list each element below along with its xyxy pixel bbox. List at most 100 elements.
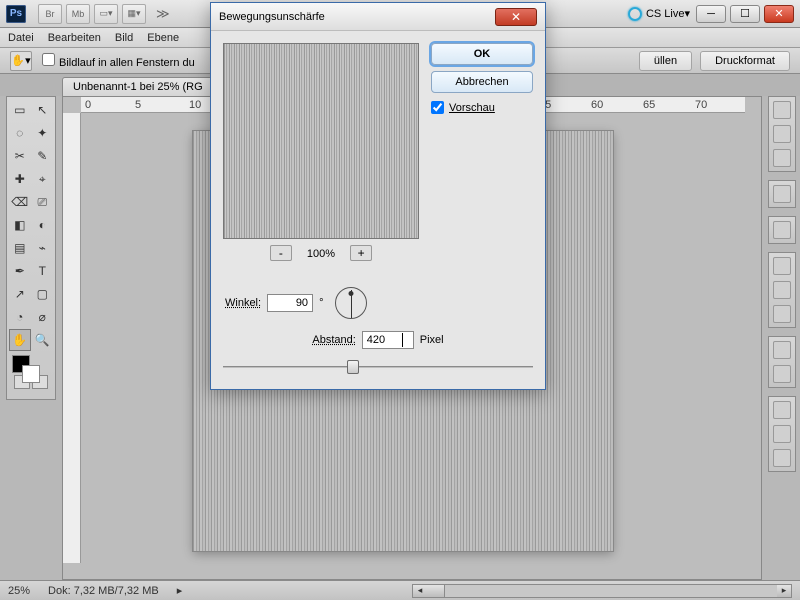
scroll-right-icon[interactable]: ▸ [777,585,791,597]
zoom-level: 100% [307,248,335,260]
menu-bild[interactable]: Bild [115,32,133,44]
tool-dodge[interactable]: ⌁ [32,237,54,259]
color-swatches[interactable] [9,352,53,388]
arrange-docs-icon[interactable]: ▦▾ [122,4,146,24]
slider-track [223,366,533,368]
minibridge-icon[interactable]: Mb [66,4,90,24]
tool-zoom[interactable]: 🔍 [32,329,54,351]
preview-checkbox-label: Vorschau [449,102,495,114]
color-panel-icon[interactable] [773,257,791,275]
minimize-button[interactable]: ─ [696,5,726,23]
hand-tool-icon[interactable]: ✋▾ [10,51,32,71]
cancel-button[interactable]: Abbrechen [431,71,533,93]
tool-heal[interactable]: ✚ [9,168,31,190]
ruler-tick: 5 [135,99,141,111]
tool-3d-camera[interactable]: ⌀ [32,306,54,328]
screen-mode-icon[interactable]: ▭▾ [94,4,118,24]
tool-marquee[interactable]: ▭ [9,99,31,121]
dialog-title: Bewegungsunschärfe [219,11,325,23]
styles-panel-icon[interactable] [773,305,791,323]
ruler-tick: 70 [695,99,707,111]
angle-unit: ° [319,297,323,309]
zoom-out-button[interactable]: - [270,245,292,261]
scroll-thumb[interactable] [427,585,445,597]
document-tab[interactable]: Unbenannt-1 bei 25% (RG [62,77,214,96]
tool-history-brush[interactable]: ⎚ [32,191,54,213]
tool-stamp[interactable]: ⌫ [9,191,31,213]
angle-label: Winkel: [225,297,261,309]
menu-datei[interactable]: Datei [8,32,34,44]
chevron-down-icon: ▾ [684,7,690,20]
history-panel-icon[interactable] [773,101,791,119]
horizontal-scrollbar[interactable]: ◂ ▸ [412,584,792,598]
status-arrow-icon[interactable]: ▸ [177,584,183,597]
tool-blur[interactable]: ▤ [9,237,31,259]
tool-move[interactable]: ↖ [32,99,54,121]
tool-path[interactable]: ↗ [9,283,31,305]
cs-live-menu[interactable]: CS Live ▾ [628,7,690,21]
status-docinfo[interactable]: Dok: 7,32 MB/7,32 MB [48,585,159,597]
play-panel-icon[interactable] [773,185,791,203]
ruler-tick: 0 [85,99,91,111]
dialog-titlebar[interactable]: Bewegungsunschärfe ✕ [211,3,545,31]
scroll-left-icon[interactable]: ◂ [413,585,427,597]
tool-3d[interactable]: ◔ [9,306,31,328]
cs-live-label: CS Live [646,8,685,20]
ps-logo: Ps [6,5,26,23]
ruler-tick: 10 [189,99,201,111]
ruler-tick: 65 [643,99,655,111]
menu-bearbeiten[interactable]: Bearbeiten [48,32,101,44]
distance-slider[interactable] [223,359,533,375]
tools-panel: ▭ ↖ ◌ ✦ ✂ ✎ ✚ ⌖ ⌫ ⎚ ◧ ◐ ▤ ⌁ ✒ T ↗ ▢ ◔ ⌀ … [6,96,56,400]
tool-eraser[interactable]: ◧ [9,214,31,236]
menu-ebene[interactable]: Ebene [147,32,179,44]
tool-brush[interactable]: ⌖ [32,168,54,190]
distance-unit: Pixel [420,334,444,346]
mb-panel-icon[interactable] [773,221,791,239]
bridge-icon[interactable]: Br [38,4,62,24]
background-swatch[interactable] [22,365,40,383]
overflow-chevrons-icon[interactable]: ≫ [156,6,170,22]
ruler-vertical[interactable] [63,113,81,563]
layers-panel-icon[interactable] [773,401,791,419]
ok-button[interactable]: OK [431,43,533,65]
scroll-all-windows-checkbox[interactable]: Bildlauf in allen Fenstern du [42,53,195,69]
close-button[interactable]: ✕ [764,5,794,23]
tool-crop[interactable]: ✂ [9,145,31,167]
slider-thumb[interactable] [347,360,359,374]
tool-gradient[interactable]: ◐ [32,214,54,236]
motion-blur-dialog: Bewegungsunschärfe ✕ - 100% + OK Abbrech… [210,2,546,390]
adjustments-panel-icon[interactable] [773,341,791,359]
tool-hand[interactable]: ✋ [9,329,31,351]
scroll-all-label: Bildlauf in allen Fenstern du [59,57,195,69]
cs-live-icon [628,7,642,21]
maximize-button[interactable]: ☐ [730,5,760,23]
dialog-close-button[interactable]: ✕ [495,8,537,26]
right-dock [768,96,796,472]
tool-pen[interactable]: ✒ [9,260,31,282]
distance-label: Abstand: [312,334,355,346]
tool-type[interactable]: T [32,260,54,282]
angle-dial[interactable] [335,287,367,319]
paths-panel-icon[interactable] [773,449,791,467]
tool-shape[interactable]: ▢ [32,283,54,305]
tool-lasso[interactable]: ◌ [9,122,31,144]
fill-button[interactable]: üllen [639,51,692,71]
properties-panel-icon[interactable] [773,149,791,167]
distance-input[interactable] [362,331,414,349]
tool-wand[interactable]: ✦ [32,122,54,144]
actions-panel-icon[interactable] [773,125,791,143]
swatches-panel-icon[interactable] [773,281,791,299]
zoom-in-button[interactable]: + [350,245,372,261]
masks-panel-icon[interactable] [773,365,791,383]
status-bar: 25% Dok: 7,32 MB/7,32 MB ▸ ◂ ▸ [0,580,800,600]
filter-preview[interactable] [223,43,419,239]
angle-input[interactable] [267,294,313,312]
tool-eyedropper[interactable]: ✎ [32,145,54,167]
printformat-button[interactable]: Druckformat [700,51,790,71]
text-caret [402,333,403,347]
ruler-tick: 60 [591,99,603,111]
preview-checkbox[interactable]: Vorschau [431,101,533,114]
status-zoom[interactable]: 25% [8,585,30,597]
channels-panel-icon[interactable] [773,425,791,443]
